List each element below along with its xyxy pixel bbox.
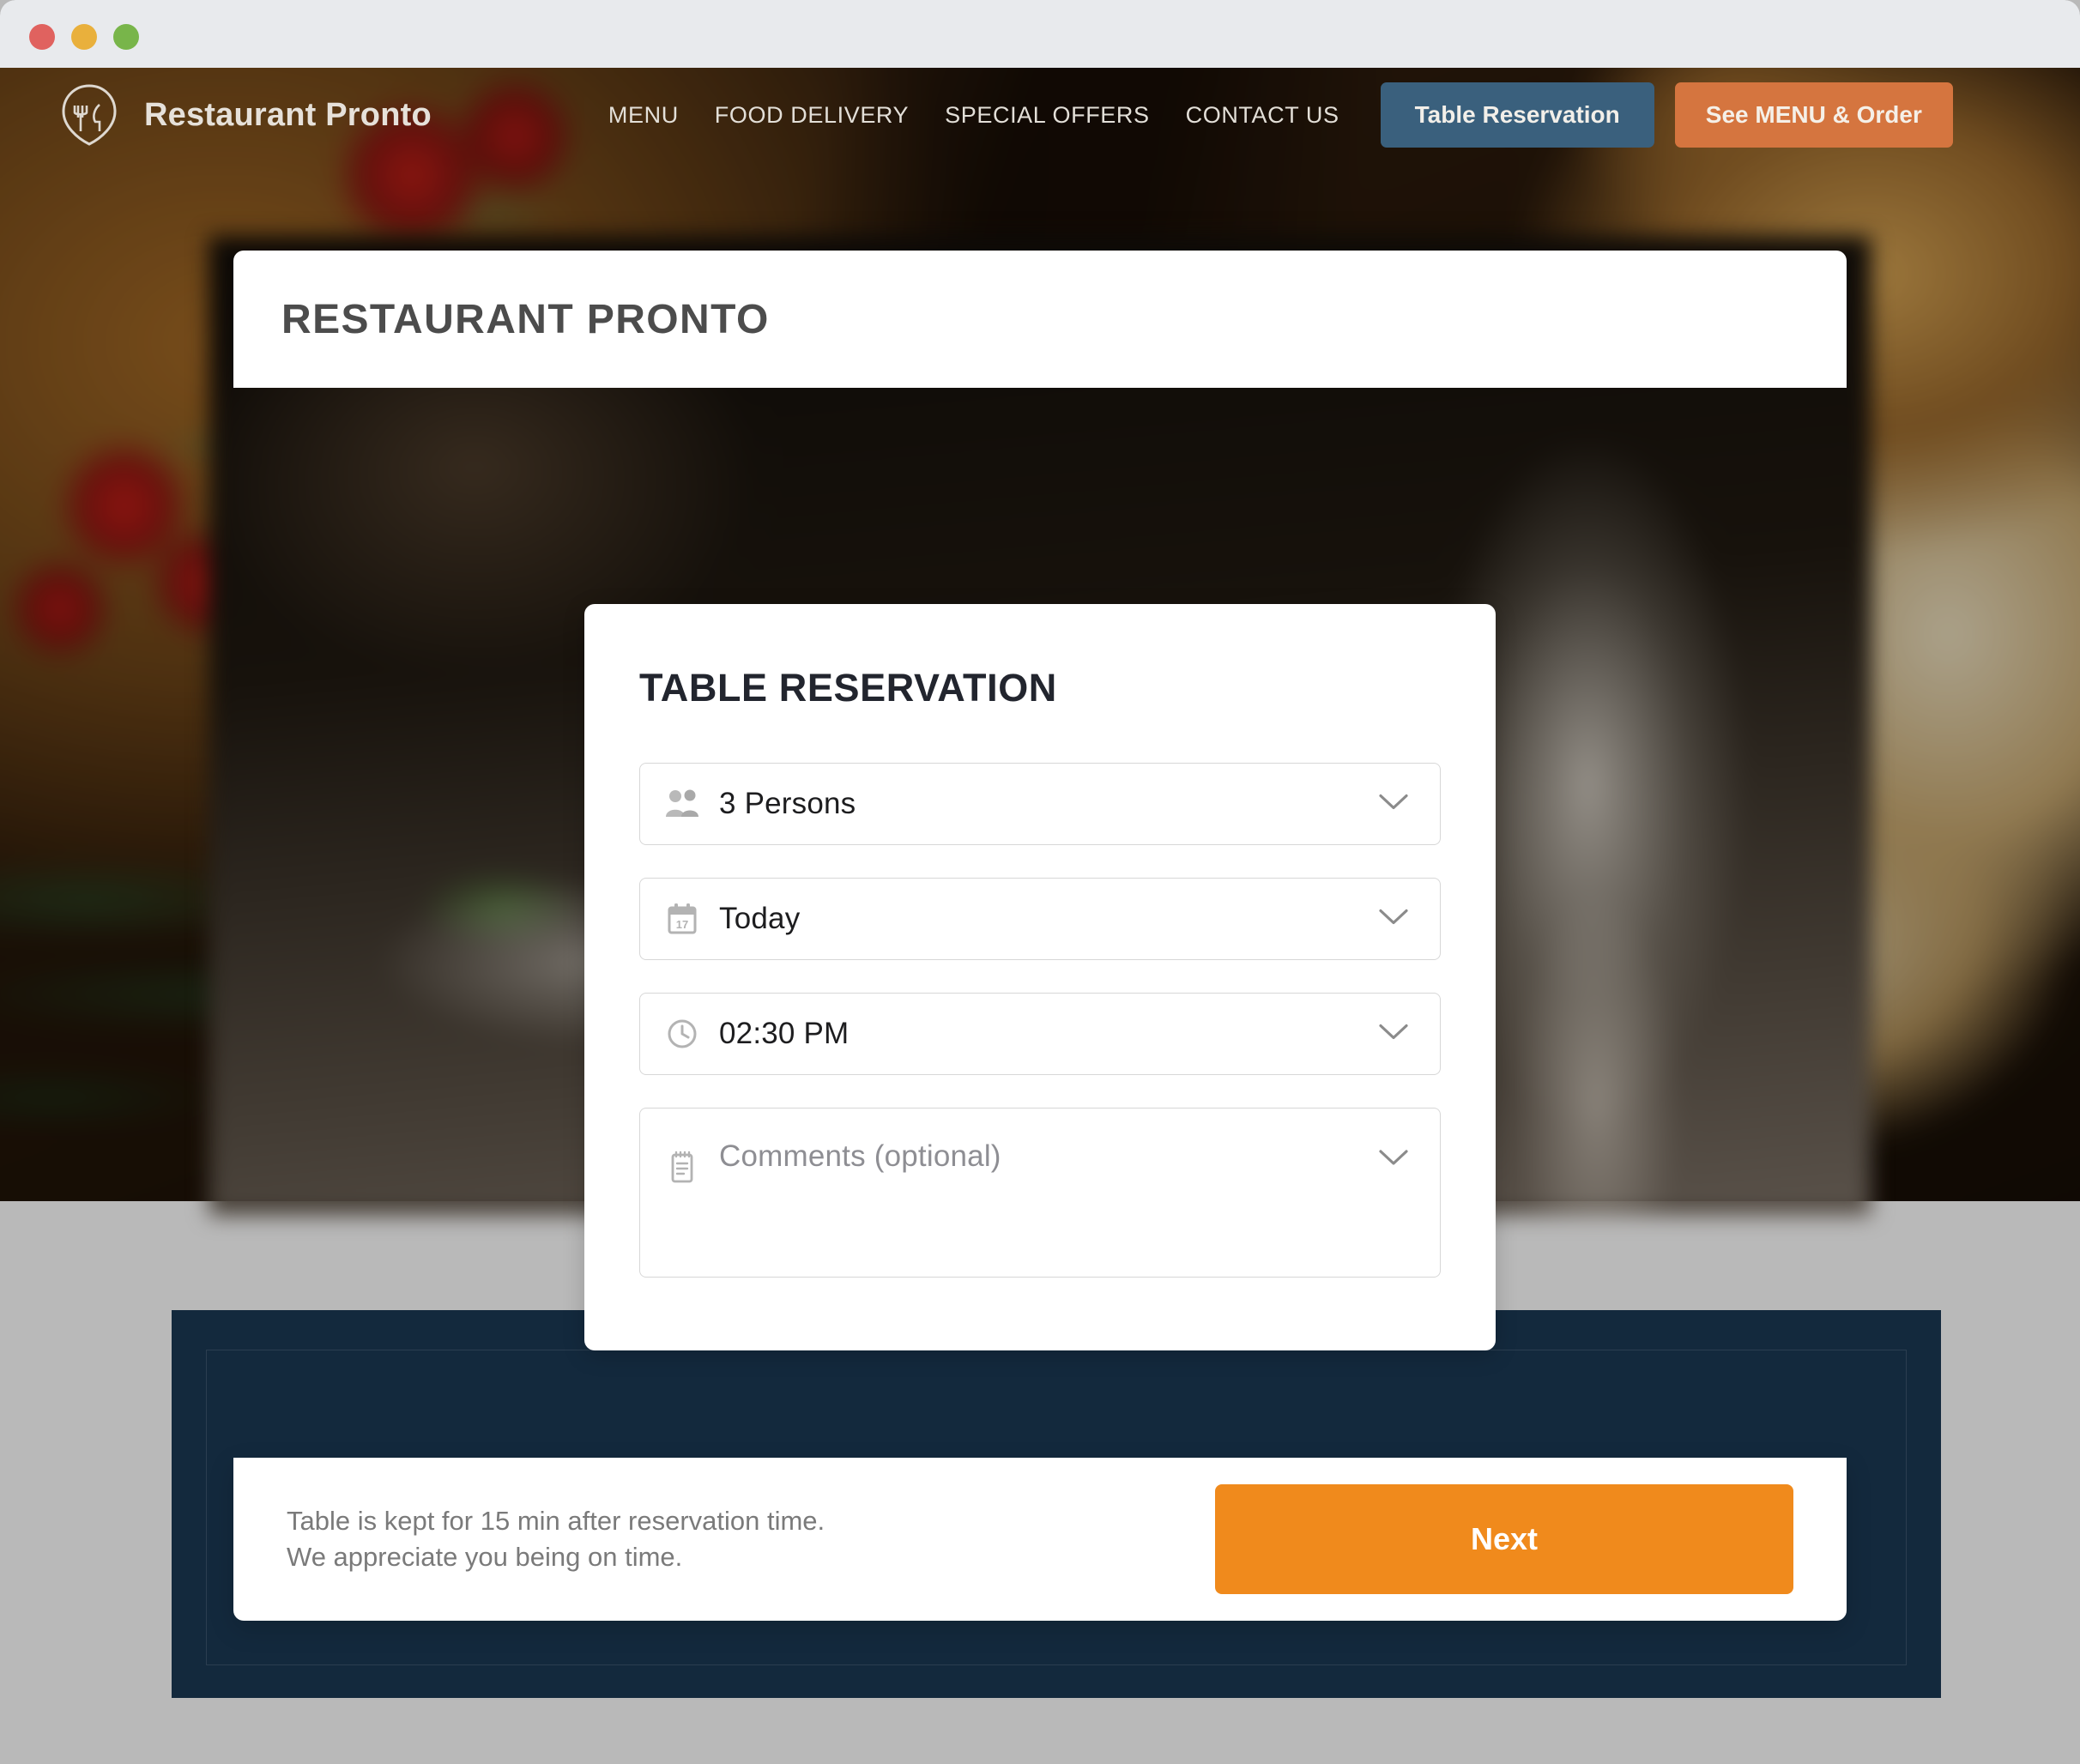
date-select[interactable]: 17 Today (639, 878, 1441, 960)
nav-link-special-offers[interactable]: SPECIAL OFFERS (945, 102, 1149, 129)
comments-field[interactable]: Comments (optional) (639, 1108, 1441, 1278)
fork-knife-leaf-logo-icon (62, 84, 117, 146)
reservation-note-line2: We appreciate you being on time. (287, 1542, 683, 1572)
chevron-down-icon (1378, 908, 1409, 931)
chevron-down-icon (1378, 1148, 1409, 1171)
modal-title: RESTAURANT PRONTO (281, 296, 770, 342)
time-select[interactable]: 02:30 PM (639, 993, 1441, 1075)
chevron-down-icon (1378, 1023, 1409, 1046)
chevron-down-icon (1378, 793, 1409, 816)
page-content: Restaurant Pronto MENU FOOD DELIVERY SPE… (0, 68, 2080, 1764)
comments-placeholder: Comments (optional) (719, 1139, 1001, 1173)
browser-titlebar (0, 0, 2080, 68)
reservation-fields: 3 Persons 17 Today 02:30 PM Comments (op… (639, 763, 1441, 1310)
brand-name: Restaurant Pronto (144, 96, 432, 133)
svg-text:17: 17 (676, 918, 688, 931)
browser-window: Restaurant Pronto MENU FOOD DELIVERY SPE… (0, 0, 2080, 1764)
reservation-note: Table is kept for 15 min after reservati… (287, 1503, 825, 1576)
maximize-window-button[interactable] (113, 24, 139, 50)
persons-select[interactable]: 3 Persons (639, 763, 1441, 845)
close-window-button[interactable] (29, 24, 55, 50)
reservation-card-title: TABLE RESERVATION (639, 666, 1057, 710)
date-value: Today (719, 902, 801, 935)
table-reservation-button[interactable]: Table Reservation (1380, 82, 1654, 148)
site-navbar: Restaurant Pronto MENU FOOD DELIVERY SPE… (0, 68, 2080, 162)
nav-link-menu[interactable]: MENU (608, 102, 679, 129)
persons-value: 3 Persons (719, 787, 856, 820)
clock-icon (664, 1016, 700, 1052)
nav-link-food-delivery[interactable]: FOOD DELIVERY (715, 102, 909, 129)
notes-icon (664, 1150, 700, 1186)
minimize-window-button[interactable] (71, 24, 97, 50)
brand[interactable]: Restaurant Pronto (58, 83, 432, 147)
reservation-footer-bar: Table is kept for 15 min after reservati… (233, 1458, 1847, 1621)
modal-header: RESTAURANT PRONTO (233, 251, 1847, 388)
people-icon (664, 786, 700, 822)
nav-cta-group: Table Reservation See MENU & Order (1380, 82, 1953, 148)
table-reservation-card: TABLE RESERVATION 3 Persons 17 Today 02:… (584, 604, 1496, 1350)
time-value: 02:30 PM (719, 1017, 850, 1050)
traffic-lights (29, 24, 139, 50)
reservation-note-line1: Table is kept for 15 min after reservati… (287, 1505, 825, 1536)
nav-links: MENU FOOD DELIVERY SPECIAL OFFERS CONTAC… (608, 102, 1339, 129)
calendar-icon: 17 (664, 901, 700, 937)
see-menu-and-order-button[interactable]: See MENU & Order (1674, 82, 1953, 148)
next-button[interactable]: Next (1215, 1484, 1793, 1594)
nav-link-contact-us[interactable]: CONTACT US (1186, 102, 1339, 129)
